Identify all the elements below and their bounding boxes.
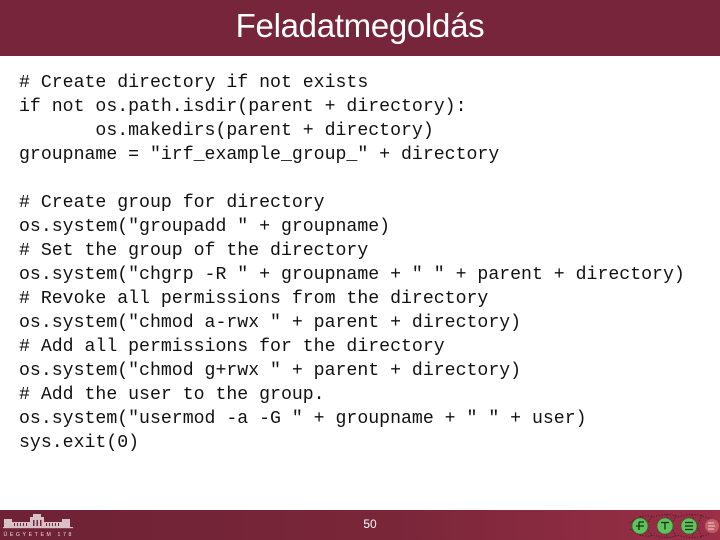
code-line: os.system("chgrp -R " + groupname + " " … [19,265,685,285]
code-line: # Create group for directory [19,193,325,213]
code-line: os.system("groupadd " + groupname) [19,217,391,237]
slide-title: Feladatmegoldás [235,7,485,44]
code-line: os.system("chmod a-rwx " + parent + dire… [19,313,522,333]
page-number: 50 [363,517,377,531]
code-block: # Create directory if not exists if not o… [19,71,685,455]
logo-t-circle [656,517,674,535]
code-line: groupname = "irf_example_group_" + direc… [19,145,500,165]
code-line: os.system("usermod -a -G " + groupname +… [19,409,587,429]
code-line: # Set the group of the directory [19,241,369,261]
code-line: # Add the user to the group. [19,385,325,405]
code-line: # Revoke all permissions from the direct… [19,289,489,309]
title-bar: Feladatmegoldás [0,0,720,56]
code-line: # Add all permissions for the directory [19,337,445,357]
code-line: os.makedirs(parent + directory) [19,121,434,141]
code-line: os.system("chmod g+rwx " + parent + dire… [19,361,522,381]
code-line: sys.exit(0) [19,433,140,453]
logo-rg-circle [705,519,719,533]
code-line: if not os.path.isdir(parent + directory)… [19,97,467,117]
logo-caption: MŰEGYETEM 1782 [2,531,74,538]
logo-s-circle [680,517,698,535]
code-line: # Create directory if not exists [19,73,369,93]
ftsrg-logo-icon [629,514,719,538]
footer-bar: MŰEGYETEM 1782 50 [0,510,720,540]
slide: Feladatmegoldás # Create directory if no… [0,0,720,540]
logo-f-circle [631,517,649,535]
